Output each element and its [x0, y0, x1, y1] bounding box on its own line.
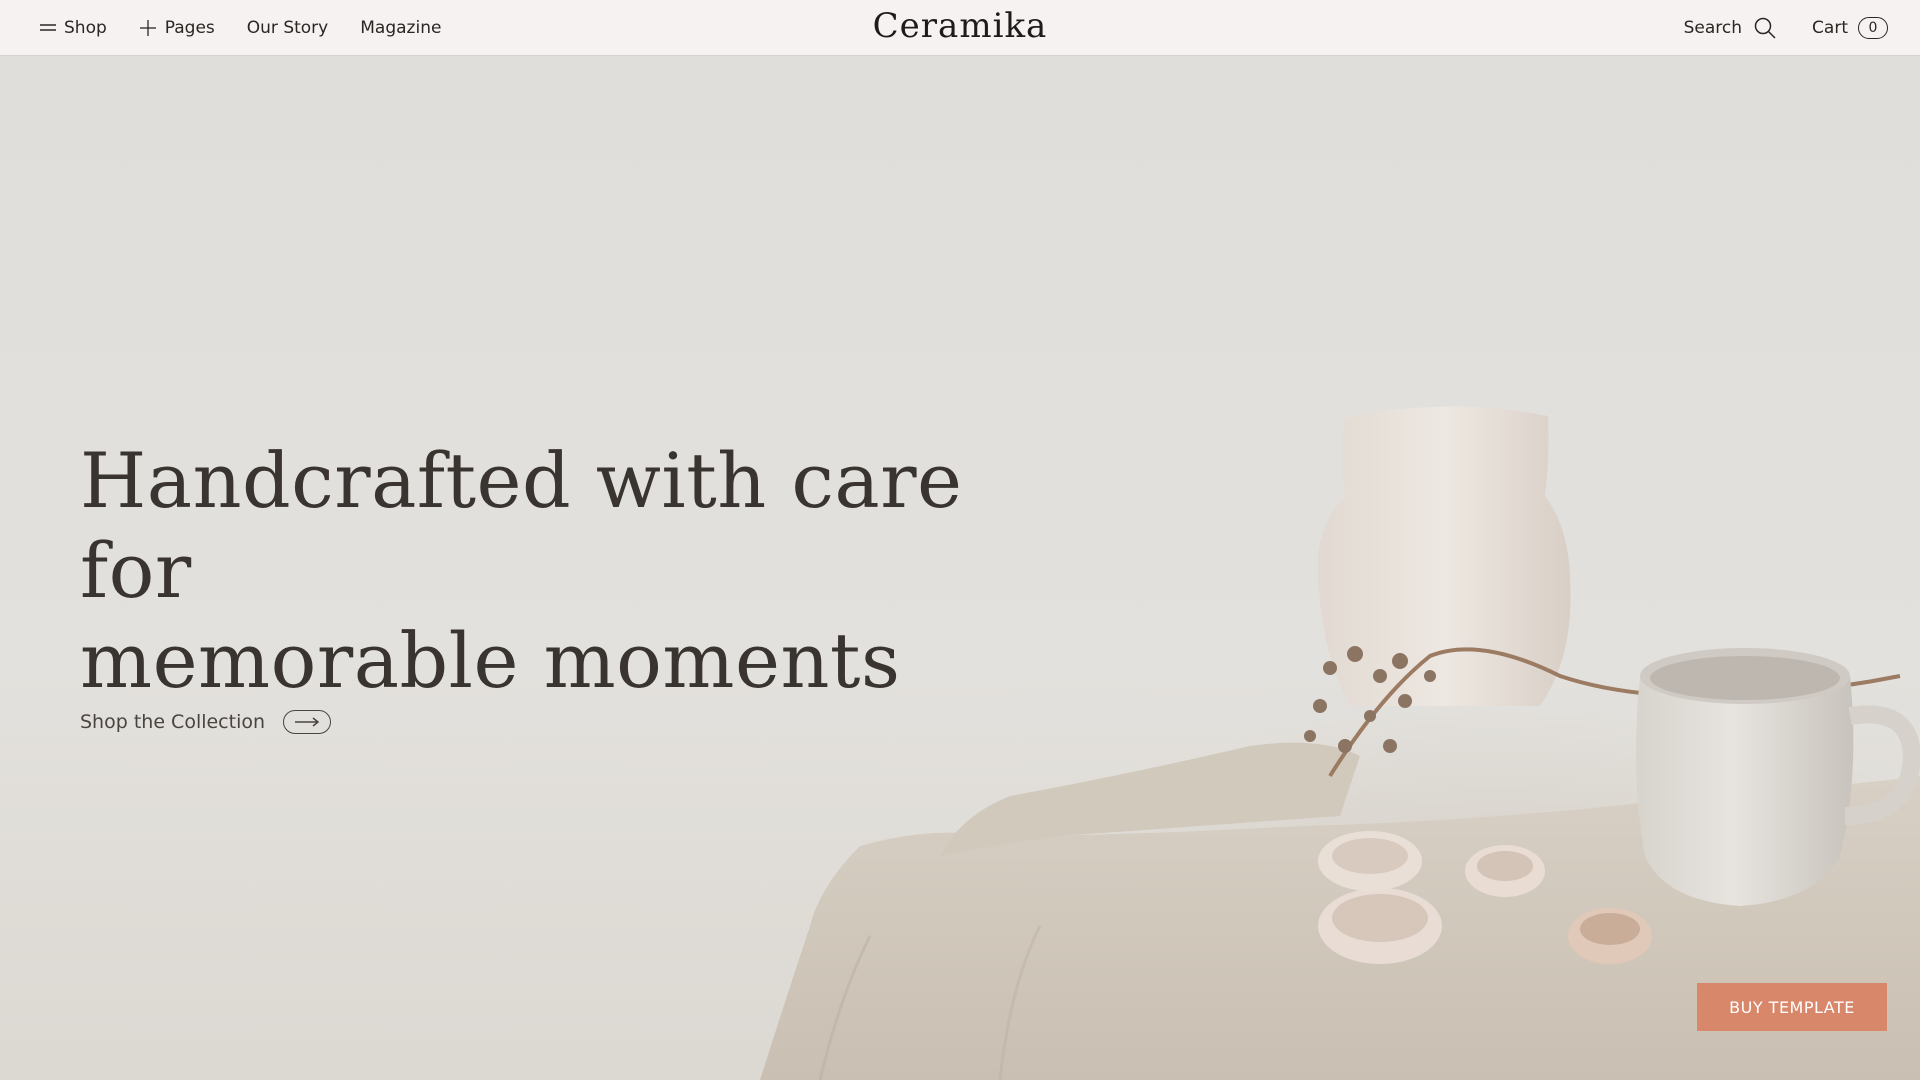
hero-headline-line1: Handcrafted with care for	[80, 436, 963, 615]
hero-headline: Handcrafted with care for memorable mome…	[80, 436, 1080, 706]
cart-count-badge: 0	[1858, 17, 1888, 39]
hero-section: Handcrafted with care for memorable mome…	[0, 56, 1920, 1080]
hero-headline-line2: memorable moments	[80, 616, 901, 705]
header-actions: Search Cart 0	[1684, 0, 1888, 56]
search-icon	[1754, 17, 1776, 39]
cart-label: Cart	[1812, 18, 1848, 38]
buy-template-button[interactable]: BUY TEMPLATE	[1697, 983, 1887, 1031]
cart-button[interactable]: Cart 0	[1812, 17, 1888, 39]
shop-collection-label: Shop the Collection	[80, 711, 266, 733]
search-label: Search	[1683, 18, 1743, 38]
site-logo[interactable]: Ceramika	[0, 6, 1920, 46]
search-button[interactable]: Search	[1684, 17, 1776, 39]
top-navigation-bar: Shop Pages Our Story Magazine Ceramika S…	[0, 0, 1920, 56]
arrow-right-icon	[283, 710, 332, 734]
shop-collection-link[interactable]: Shop the Collection	[80, 710, 332, 734]
